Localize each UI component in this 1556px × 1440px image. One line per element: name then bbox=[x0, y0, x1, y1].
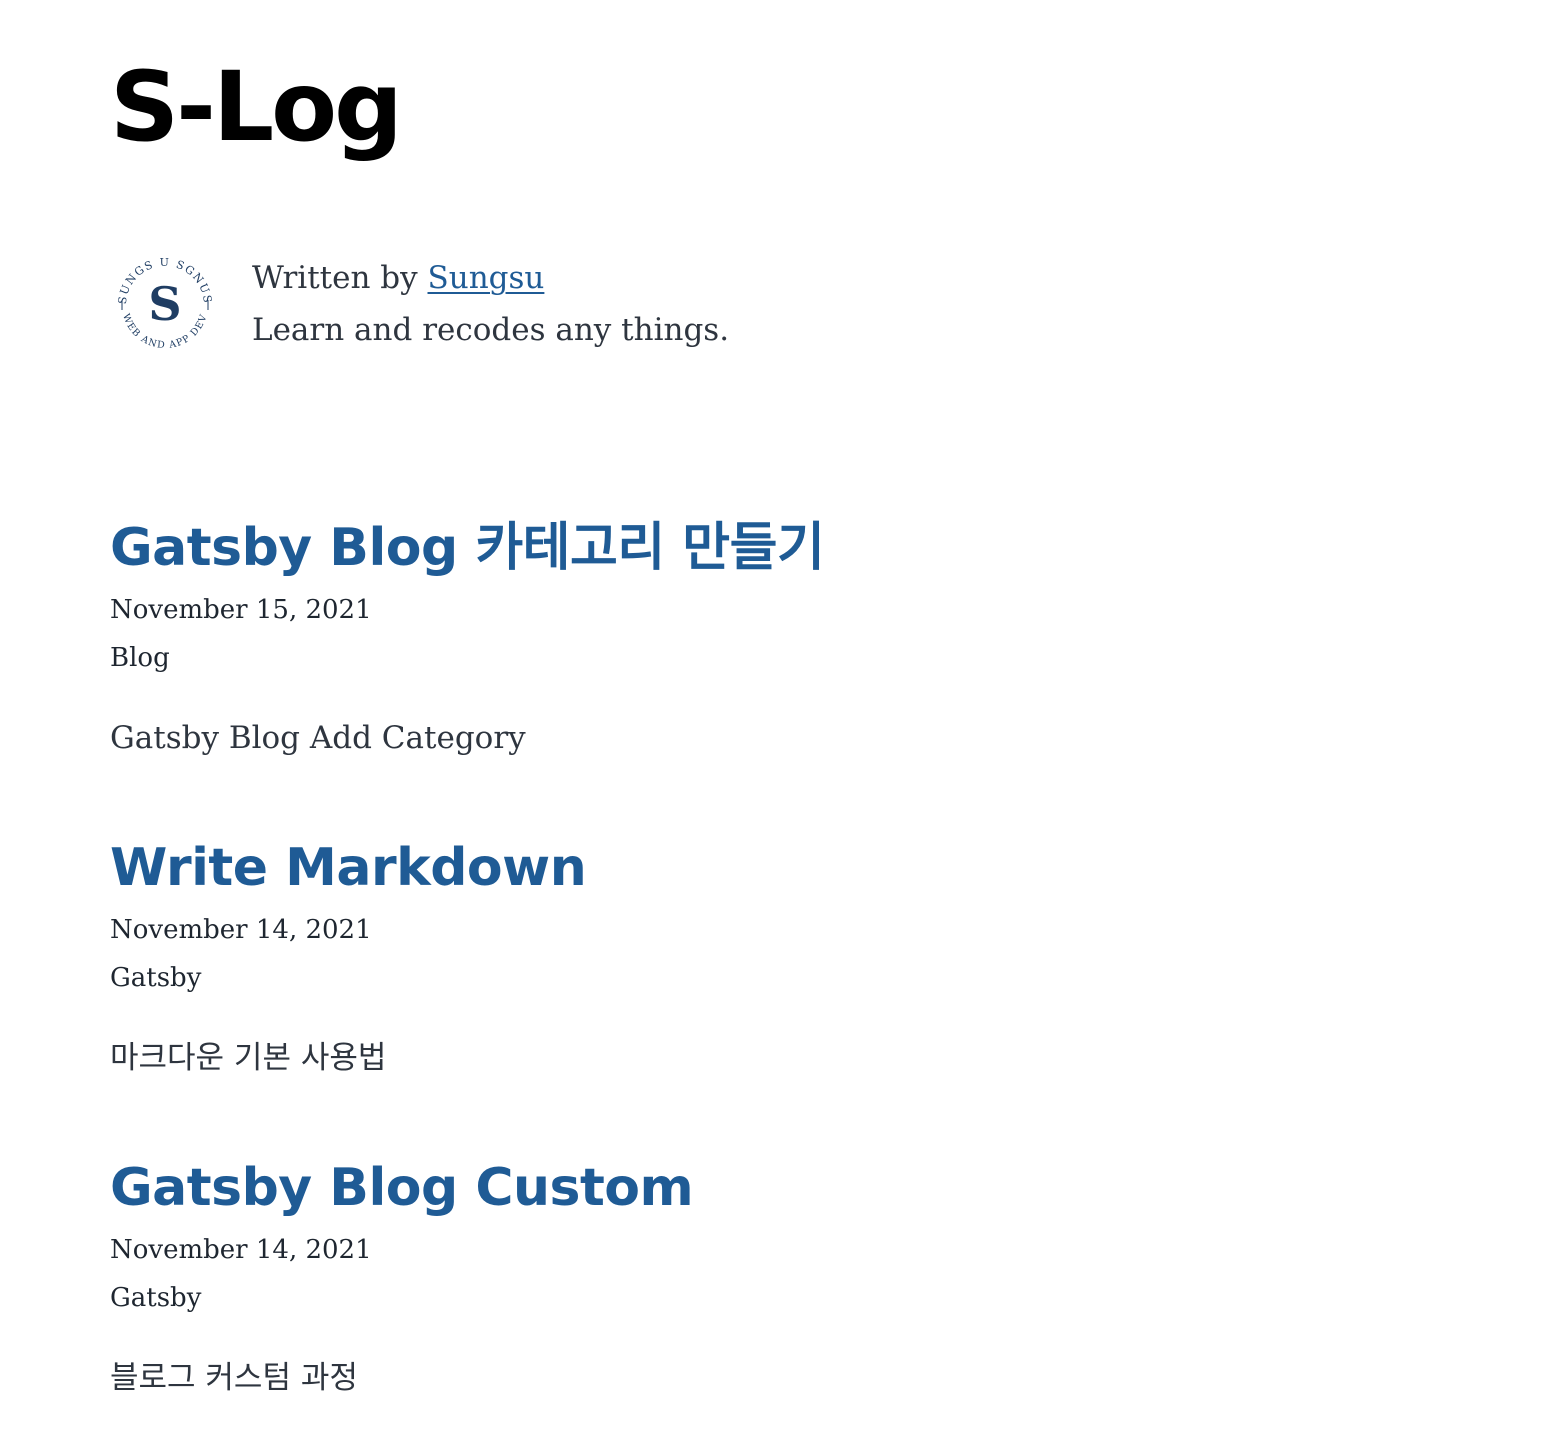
author-bio: SUNGS U SGNUS WEB AND APP DEV S Written … bbox=[110, 250, 1010, 360]
avatar: SUNGS U SGNUS WEB AND APP DEV S bbox=[111, 251, 219, 359]
post-item: Gatsby Blog 카테고리 만들기 November 15, 2021 B… bbox=[110, 516, 1410, 756]
bio-tagline: Learn and recodes any things. bbox=[252, 312, 730, 348]
post-title-link[interactable]: Gatsby Blog 카테고리 만들기 bbox=[110, 518, 825, 578]
site-title[interactable]: S-Log bbox=[110, 52, 403, 162]
post-title-link[interactable]: Write Markdown bbox=[110, 838, 587, 898]
post-category: Blog bbox=[110, 643, 170, 673]
avatar-letter: S bbox=[148, 277, 181, 331]
bio-prefix: Written by bbox=[252, 260, 428, 296]
post-description: Gatsby Blog Add Category bbox=[110, 720, 526, 756]
post-date: November 15, 2021 bbox=[110, 595, 372, 625]
post-title: Gatsby Blog Custom bbox=[110, 1156, 1410, 1220]
post-date: November 14, 2021 bbox=[110, 915, 372, 945]
post-item: Write Markdown November 14, 2021 Gatsby … bbox=[110, 836, 1410, 1076]
post-title: Gatsby Blog 카테고리 만들기 bbox=[110, 516, 1410, 580]
author-link[interactable]: Sungsu bbox=[428, 260, 545, 296]
post-description: 마크다운 기본 사용법 bbox=[110, 1040, 387, 1076]
post-category: Gatsby bbox=[110, 963, 202, 993]
bio-text: Written by Sungsu Learn and recodes any … bbox=[252, 252, 729, 356]
post-date: November 14, 2021 bbox=[110, 1235, 372, 1265]
post-title: Write Markdown bbox=[110, 836, 1410, 900]
post-title-link[interactable]: Gatsby Blog Custom bbox=[110, 1158, 694, 1218]
bio-byline: Written by Sungsu bbox=[252, 252, 729, 304]
post-category: Gatsby bbox=[110, 1283, 202, 1313]
post-item: Gatsby Blog Custom November 14, 2021 Gat… bbox=[110, 1156, 1410, 1396]
post-description: 블로그 커스텀 과정 bbox=[110, 1360, 358, 1396]
